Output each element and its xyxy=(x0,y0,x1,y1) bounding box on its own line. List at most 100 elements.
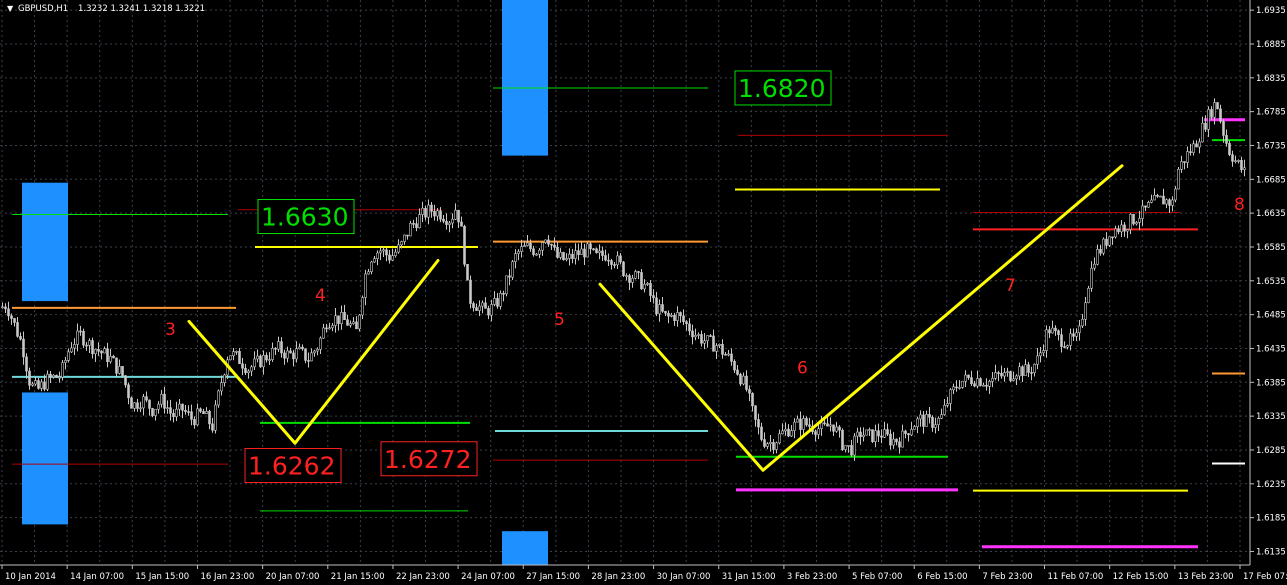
candle-body xyxy=(901,430,904,448)
candle-body xyxy=(52,374,55,378)
candle-body xyxy=(1216,102,1219,110)
candle-body xyxy=(256,355,259,360)
candle-body xyxy=(55,374,58,378)
candle-body xyxy=(1045,329,1048,351)
candle-body xyxy=(1225,135,1228,144)
candle-body xyxy=(274,347,277,350)
candle-body xyxy=(1234,160,1237,162)
candle-body xyxy=(1231,154,1234,162)
candle-body xyxy=(289,350,292,354)
candle-body xyxy=(748,389,751,394)
candle-body xyxy=(1033,363,1036,373)
candle-body xyxy=(913,426,916,430)
candle-body xyxy=(724,354,727,356)
candle-body xyxy=(979,378,982,386)
candle-body xyxy=(310,352,313,362)
x-tick-label: 28 Jan 23:00 xyxy=(591,572,645,582)
candle-body xyxy=(229,355,232,361)
candle-body xyxy=(655,297,658,315)
candle-body xyxy=(784,428,787,432)
blue-zone-box xyxy=(502,0,548,156)
candle-body xyxy=(115,357,118,374)
candle-body xyxy=(685,321,688,325)
x-tick-label: 21 Jan 15:00 xyxy=(331,572,385,582)
grid xyxy=(0,0,1250,565)
candle-body xyxy=(1180,161,1183,170)
candle-body xyxy=(1120,224,1123,233)
candle-body xyxy=(532,248,535,255)
x-tick-label: 30 Jan 07:00 xyxy=(657,572,711,582)
candle-body xyxy=(883,429,886,438)
candle-body xyxy=(718,344,721,346)
header-menu-icon[interactable]: ▼ xyxy=(7,4,14,13)
candle-body xyxy=(781,430,784,435)
candle-body xyxy=(802,418,805,430)
candle-body xyxy=(220,382,223,392)
candle-body xyxy=(133,402,136,409)
x-tick-label: 11 Feb 07:00 xyxy=(1048,572,1104,582)
y-tick-label: 1.6535 xyxy=(1256,277,1286,287)
candle-body xyxy=(844,445,847,450)
candle-body xyxy=(259,355,262,368)
candle-body xyxy=(592,248,595,251)
candle-body xyxy=(937,417,940,426)
candle-body xyxy=(892,438,895,446)
candle-body xyxy=(352,321,355,324)
candle-body xyxy=(673,314,676,321)
blue-zone-box xyxy=(22,182,68,302)
chart-window[interactable]: 1.6630 1.6262 1.6272 1.6820 3 4 5 6 7 8 1.6935 1.… xyxy=(0,0,1287,585)
candle-body xyxy=(1243,167,1246,170)
candle-body xyxy=(1015,375,1018,380)
candle-body xyxy=(907,433,910,436)
candle-body xyxy=(181,403,184,411)
candle-body xyxy=(430,204,433,212)
candle-body xyxy=(1222,121,1225,136)
wave-label: 5 xyxy=(554,310,565,330)
candle-body xyxy=(832,424,835,432)
candle-body xyxy=(1141,205,1144,219)
candle-body xyxy=(280,341,283,354)
candle-body xyxy=(598,250,601,253)
candle-body xyxy=(1198,141,1201,148)
candle-body xyxy=(295,348,298,360)
candle-body xyxy=(1066,345,1069,348)
candle-body xyxy=(991,377,994,382)
candles xyxy=(1,98,1246,461)
candle-body xyxy=(1162,195,1165,205)
candle-body xyxy=(58,376,61,379)
candle-body xyxy=(964,374,967,382)
candle-body xyxy=(904,430,907,434)
candle-body xyxy=(1117,228,1120,233)
candle-body xyxy=(763,439,766,447)
candle-body xyxy=(565,258,568,261)
candle-body xyxy=(361,297,364,316)
candle-body xyxy=(331,325,334,329)
candle-body xyxy=(796,418,799,423)
candle-body xyxy=(73,344,76,349)
candle-body xyxy=(163,393,166,409)
candle-body xyxy=(727,353,730,356)
candle-body xyxy=(277,341,280,350)
candle-body xyxy=(499,293,502,307)
candle-body xyxy=(868,429,871,431)
candle-body xyxy=(457,209,460,223)
candle-body xyxy=(4,306,7,310)
candle-body xyxy=(1000,373,1003,377)
x-tick-label: 5 Feb 07:00 xyxy=(852,572,902,582)
candle-body xyxy=(733,361,736,371)
candle-body xyxy=(751,392,754,407)
y-tick-label: 1.6385 xyxy=(1256,378,1286,388)
wave-label: 3 xyxy=(165,320,176,340)
candle-body xyxy=(307,360,310,362)
candle-body xyxy=(493,298,496,305)
candle-body xyxy=(1228,143,1231,155)
candle-body xyxy=(1132,213,1135,225)
candle-body xyxy=(223,374,226,383)
candle-body xyxy=(271,347,274,360)
candle-body xyxy=(943,405,946,415)
price-chart[interactable]: 1.6630 1.6262 1.6272 1.6820 3 4 5 6 7 8 1.6935 1.… xyxy=(0,0,1287,585)
candle-body xyxy=(1129,213,1132,230)
candle-body xyxy=(103,348,106,354)
candle-body xyxy=(1168,199,1171,206)
candle-body xyxy=(1174,188,1177,201)
